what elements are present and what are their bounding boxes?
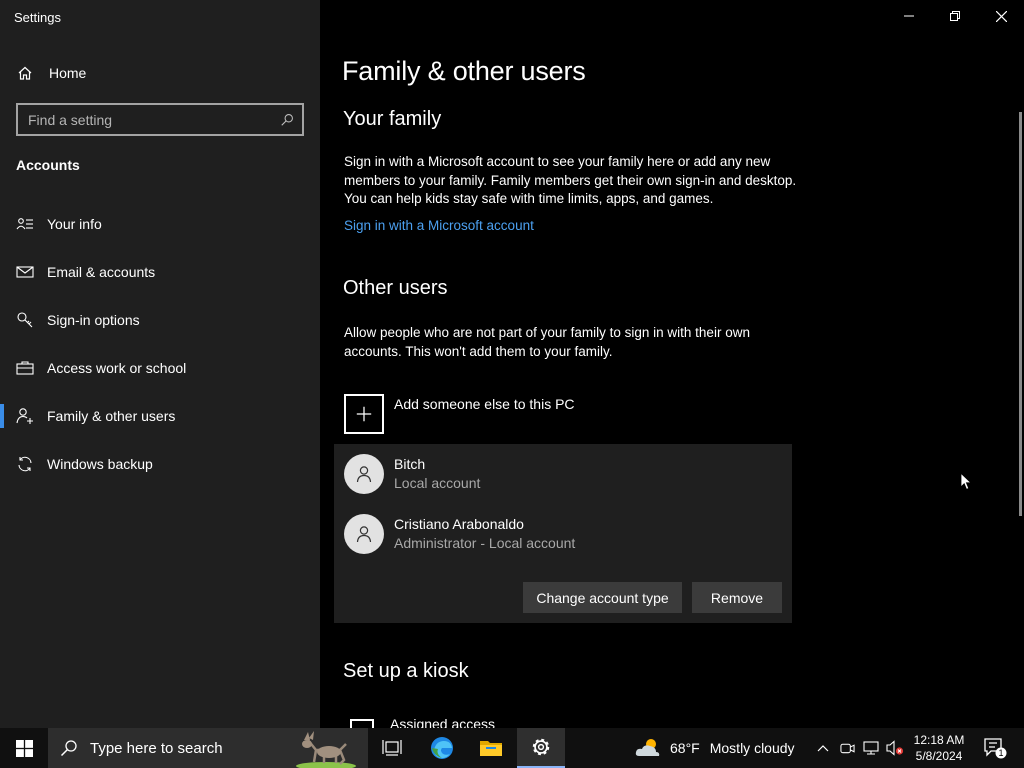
user-item-cristiano[interactable]: Cristiano Arabonaldo Administrator - Loc…: [344, 514, 575, 554]
nav-home[interactable]: Home: [0, 56, 320, 90]
nav-item-label: Sign-in options: [47, 312, 140, 328]
other-users-heading: Other users: [343, 277, 448, 299]
weather-widget[interactable]: 68°F Mostly cloudy: [634, 728, 795, 768]
mail-icon: [16, 263, 34, 281]
windows-logo-icon: [15, 739, 33, 757]
nav-item-sign-in-options[interactable]: Sign-in options: [0, 296, 320, 344]
app-title: Settings: [14, 10, 61, 25]
notification-icon: 1: [984, 738, 1007, 759]
users-panel: Bitch Local account Cristiano Arabonaldo…: [334, 444, 792, 623]
task-view-button[interactable]: [368, 728, 416, 768]
user-account-type: Local account: [394, 475, 481, 491]
scrollbar-thumb[interactable]: [1019, 112, 1022, 516]
avatar: [344, 454, 384, 494]
person-card-icon: [16, 215, 34, 233]
nav-item-label: Windows backup: [47, 456, 153, 472]
nav-item-access-work-school[interactable]: Access work or school: [0, 344, 320, 392]
restore-button[interactable]: [932, 0, 978, 32]
main-content: Family & other users Your family Sign in…: [320, 0, 1024, 728]
restore-icon: [950, 11, 960, 21]
find-setting-input[interactable]: [28, 111, 280, 128]
plus-icon: [356, 406, 372, 422]
search-icon: [60, 740, 77, 757]
taskbar: Type here to search 68°F Mostly cloudy 1…: [0, 728, 1024, 768]
user-item-bitch[interactable]: Bitch Local account: [344, 454, 480, 494]
page-title: Family & other users: [342, 56, 586, 86]
edge-icon: [431, 737, 453, 759]
nav-item-your-info[interactable]: Your info: [0, 200, 320, 248]
weather-temp: 68°F: [670, 740, 700, 756]
search-icon[interactable]: [280, 113, 294, 127]
gear-icon: [532, 738, 550, 756]
briefcase-icon: [16, 359, 34, 377]
change-account-type-button[interactable]: Change account type: [523, 582, 682, 613]
add-someone-label: Add someone else to this PC: [394, 396, 575, 412]
nav-item-label: Your info: [47, 216, 102, 232]
task-view-icon: [382, 740, 402, 756]
kiosk-heading: Set up a kiosk: [343, 660, 469, 682]
sign-in-microsoft-link[interactable]: Sign in with a Microsoft account: [344, 218, 534, 233]
camera-icon: [839, 743, 855, 754]
taskbar-search-placeholder: Type here to search: [90, 739, 223, 757]
other-users-description: Allow people who are not part of your fa…: [344, 325, 750, 359]
network-button[interactable]: [860, 728, 882, 768]
user-icon: [356, 526, 372, 543]
folder-icon: [480, 741, 502, 756]
meet-now-button[interactable]: [836, 728, 858, 768]
taskbar-search[interactable]: Type here to search: [48, 728, 368, 768]
minimize-button[interactable]: [886, 0, 932, 32]
section-label-accounts: Accounts: [16, 157, 80, 173]
user-text: Cristiano Arabonaldo Administrator - Loc…: [394, 515, 575, 553]
nav-item-label: Email & accounts: [47, 264, 156, 280]
nav-list: Your info Email & accounts Sign-in optio…: [0, 200, 320, 488]
nav-item-label: Family & other users: [47, 408, 176, 424]
minimize-icon: [904, 15, 914, 17]
nav-item-family-other-users[interactable]: Family & other users: [0, 392, 320, 440]
clock-date: 5/8/2024: [915, 749, 963, 763]
your-family-heading: Your family: [343, 108, 442, 130]
user-account-type: Administrator - Local account: [394, 535, 576, 551]
action-center-button[interactable]: 1: [978, 728, 1012, 768]
network-icon: [863, 741, 879, 755]
home-icon: [18, 66, 32, 80]
close-icon: [995, 10, 1007, 22]
start-button[interactable]: [0, 728, 48, 768]
volume-muted-icon: [886, 740, 904, 756]
user-icon: [356, 466, 372, 483]
clock-time: 12:18 AM: [913, 733, 965, 747]
close-button[interactable]: [978, 0, 1024, 32]
user-name: Bitch: [394, 456, 426, 472]
volume-button[interactable]: [884, 728, 906, 768]
chevron-up-icon: [817, 745, 829, 752]
nav-home-label: Home: [49, 65, 87, 81]
sidebar: Settings Home Accounts Your info Email &…: [0, 0, 320, 728]
sync-icon: [16, 455, 34, 473]
nav-item-label: Access work or school: [47, 360, 187, 376]
mouse-cursor-icon: [960, 472, 973, 490]
user-name: Cristiano Arabonaldo: [394, 516, 524, 532]
assigned-access-label[interactable]: Assigned access: [390, 716, 495, 728]
find-setting-search[interactable]: [16, 103, 304, 136]
kiosk-icon: [350, 719, 374, 728]
search-highlight-donkey-icon: [296, 731, 356, 768]
settings-app-button[interactable]: [517, 728, 565, 768]
key-icon: [16, 311, 34, 329]
person-add-icon: [16, 407, 34, 425]
nav-item-windows-backup[interactable]: Windows backup: [0, 440, 320, 488]
cloudy-weather-icon: [635, 739, 660, 756]
add-someone-button[interactable]: Add someone else to this PC: [344, 394, 575, 434]
show-hidden-icons-button[interactable]: [812, 728, 834, 768]
avatar: [344, 514, 384, 554]
file-explorer-button[interactable]: [467, 728, 515, 768]
notification-count: 1: [998, 748, 1003, 758]
remove-button[interactable]: Remove: [692, 582, 782, 613]
nav-item-email-accounts[interactable]: Email & accounts: [0, 248, 320, 296]
your-family-description: Sign in with a Microsoft account to see …: [344, 154, 797, 206]
user-text: Bitch Local account: [394, 455, 480, 493]
weather-condition: Mostly cloudy: [709, 740, 795, 756]
clock[interactable]: 12:18 AM 5/8/2024: [904, 732, 974, 764]
edge-button[interactable]: [418, 728, 466, 768]
add-box: [344, 394, 384, 434]
